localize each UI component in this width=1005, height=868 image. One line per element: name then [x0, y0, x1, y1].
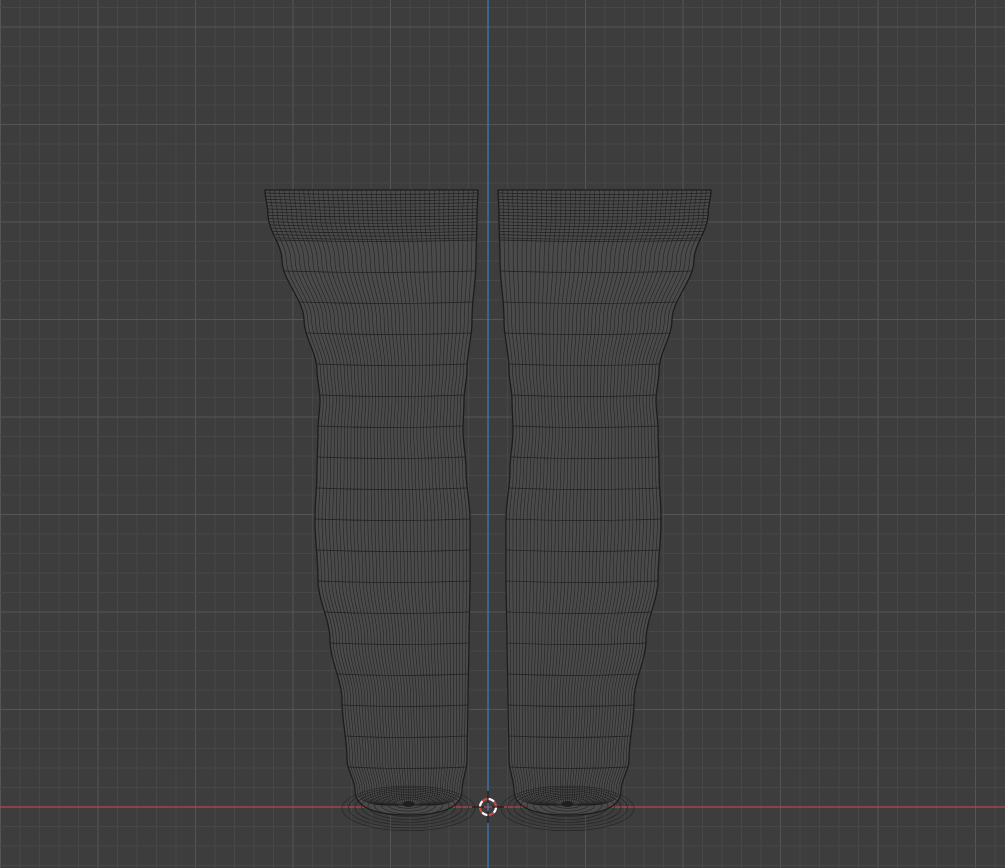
left-leg-mesh[interactable] — [264, 189, 479, 832]
viewport-canvas[interactable] — [0, 0, 1005, 868]
floor-grid — [0, 0, 1005, 868]
right-leg-mesh[interactable] — [497, 189, 712, 832]
3d-viewport[interactable] — [0, 0, 1005, 868]
